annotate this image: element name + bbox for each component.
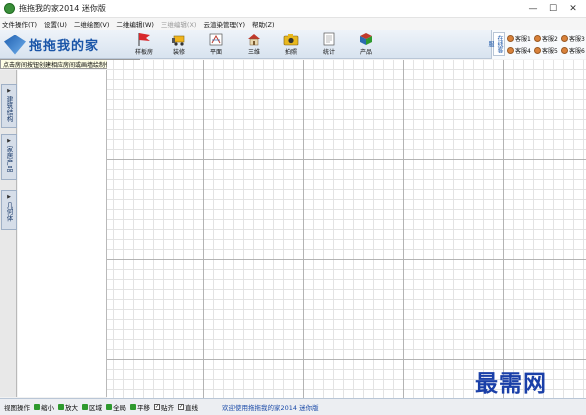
checkbox-icon: ✓ (178, 404, 184, 410)
menu-file[interactable]: 文件操作(T) (2, 19, 37, 29)
bulldozer-icon (172, 35, 185, 46)
decorate-button[interactable]: 装修 (163, 32, 195, 58)
tab-home-products[interactable]: ▶ 家居产品 (1, 134, 17, 180)
area-icon (82, 404, 88, 410)
customer-service-icon (507, 35, 514, 42)
toolbar-label: 平面 (209, 49, 222, 56)
blueprint-icon (209, 33, 223, 46)
window-controls: — ☐ ✕ (522, 2, 582, 15)
watermark-text: 最需网 (475, 370, 547, 397)
pan-icon (130, 404, 136, 410)
zoom-area-button[interactable]: 区域 (82, 402, 102, 412)
toolbar-label: 装修 (172, 49, 185, 56)
straight-line-checkbox[interactable]: ✓ 直线 (178, 402, 198, 412)
checkbox-icon: ✓ (154, 404, 160, 410)
side-tab-label: 家居产品 (5, 146, 13, 172)
zoom-out-icon (34, 404, 40, 410)
title-bar: 拖拖我的家2014 迷你版 — ☐ ✕ (0, 0, 586, 18)
zoom-in-button[interactable]: 放大 (58, 402, 78, 412)
menu-bar: 文件操作(T) 设置(U) 二维绘图(V) 二维编辑(W) 三维编辑(X) 云渲… (0, 18, 586, 30)
customer-service-icon (561, 47, 568, 54)
product-button[interactable]: 产品 (350, 32, 382, 58)
toolbar-label: 三维 (247, 49, 260, 56)
fit-all-icon (106, 404, 112, 410)
arrow-right-icon: ▶ (7, 138, 11, 144)
camera-icon (283, 34, 299, 46)
tab-geometry[interactable]: ▶ 几何体 (1, 190, 17, 230)
menu-2d-draw[interactable]: 二维绘图(V) (74, 19, 110, 29)
pan-button[interactable]: 平移 (130, 402, 150, 412)
online-service-tab[interactable]: 在线客服 (487, 32, 505, 56)
service-contact[interactable]: 客服2 (534, 34, 558, 43)
zoom-all-button[interactable]: 全局 (106, 402, 126, 412)
side-panel-content (18, 70, 107, 397)
minimize-button[interactable]: — (524, 2, 542, 15)
status-bar: 视图操作 缩小 放大 区域 全局 平移 ✓ 贴齐 ✓ 直线 欢迎使用拖拖我的家201… (0, 398, 586, 415)
close-button[interactable]: ✕ (564, 2, 582, 15)
menu-2d-edit[interactable]: 二维编辑(W) (116, 19, 154, 29)
side-tab-label: 几何体 (5, 202, 13, 222)
customer-service-icon (561, 35, 568, 42)
side-tab-label: 建筑结构 (5, 96, 13, 122)
photo-button[interactable]: 拍照 (275, 32, 307, 58)
service-contact[interactable]: 客服4 (507, 46, 531, 55)
customer-service-icon (507, 47, 514, 54)
diamond-logo-icon (4, 34, 26, 55)
sample-room-button[interactable]: 样板房 (128, 32, 160, 58)
zoom-out-button[interactable]: 缩小 (34, 402, 54, 412)
left-sidebar: ▶ 建筑结构 ▶ 家居产品 ▶ 几何体 (0, 70, 17, 397)
drawing-canvas[interactable] (107, 60, 586, 398)
arrow-right-icon: ▶ (7, 194, 11, 200)
3d-view-button[interactable]: 三维 (238, 32, 270, 58)
logo-text: 拖拖我的家 (29, 39, 100, 54)
welcome-message: 欢迎使用拖拖我的家2014 迷你版 (222, 404, 319, 412)
toolbar-label: 产品 (359, 49, 372, 56)
menu-settings[interactable]: 设置(U) (44, 19, 67, 29)
service-contact[interactable]: 客服5 (534, 46, 558, 55)
plan-button[interactable]: 平面 (200, 32, 232, 58)
statistics-button[interactable]: 统计 (313, 32, 345, 58)
window-title: 拖拖我的家2014 迷你版 (19, 4, 106, 13)
toolbar-label: 样板房 (134, 49, 153, 56)
zoom-in-icon (58, 404, 64, 410)
view-operation-label: 视图操作 (4, 404, 30, 412)
app-icon (4, 3, 15, 14)
menu-help[interactable]: 帮助(Z) (252, 19, 275, 29)
online-service-panel: 在线客服 客服1 客服2 客服3 客服4 客服5 客服6 (487, 30, 586, 59)
tab-building-structure[interactable]: ▶ 建筑结构 (1, 84, 17, 128)
app-logo: 拖拖我的家 (4, 32, 104, 57)
customer-service-icon (534, 47, 541, 54)
maximize-button[interactable]: ☐ (544, 2, 562, 15)
menu-3d-edit[interactable]: 三维编辑(X) (161, 19, 197, 29)
arrow-right-icon: ▶ (7, 88, 11, 94)
service-contact[interactable]: 客服6 (561, 46, 585, 55)
house-icon (248, 34, 260, 46)
toolbar-label: 拍照 (284, 49, 297, 56)
service-contact[interactable]: 客服1 (507, 34, 531, 43)
product-icon (360, 33, 372, 45)
customer-service-icon (534, 35, 541, 42)
flag-icon (138, 33, 150, 46)
toolbar-label: 统计 (322, 49, 335, 56)
menu-cloud-render[interactable]: 云渲染管理(Y) (203, 19, 245, 29)
snap-checkbox[interactable]: ✓ 贴齐 (154, 402, 174, 412)
report-icon (323, 32, 335, 46)
service-contact[interactable]: 客服3 (561, 34, 585, 43)
